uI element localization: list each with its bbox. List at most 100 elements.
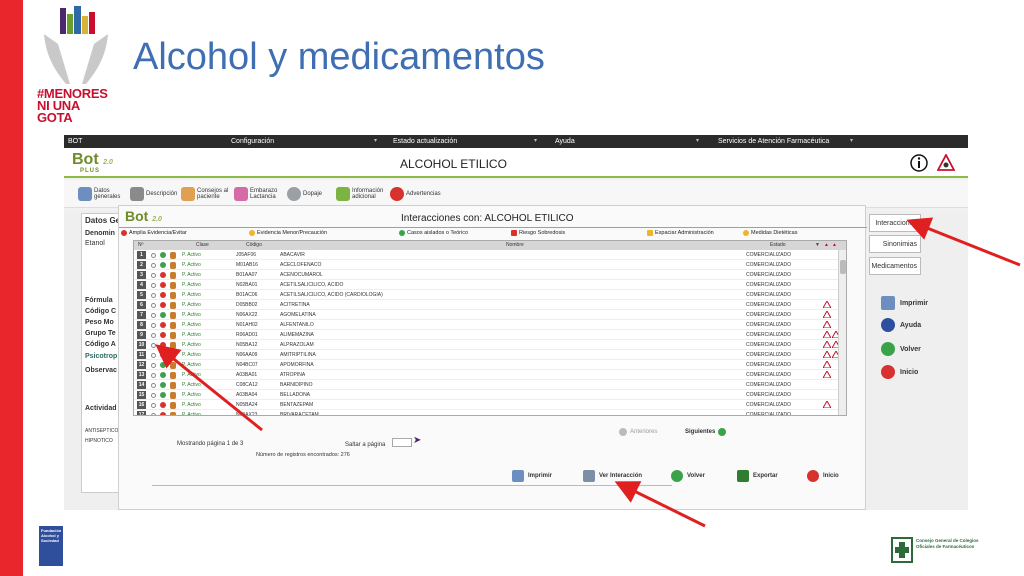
dialog-exportar[interactable]: Exportar	[737, 470, 778, 482]
menu-ayuda[interactable]: Ayuda	[555, 135, 575, 148]
campaign-line-3: GOTA	[37, 110, 73, 125]
warning-triangle-icon[interactable]	[937, 154, 955, 172]
action-label: Inicio	[900, 368, 919, 376]
toolbar-dopaje[interactable]: Dopaje	[287, 184, 322, 204]
row-codigo: J05AF06	[236, 252, 257, 258]
table-row[interactable]: 10 P. Activo N05BA12 ALPRAZOLAM COMERCIALIZA…	[134, 340, 846, 350]
table-row[interactable]: 5 P. Activo B01AC06 ACETILSALICILICO, ACIDO…	[134, 290, 846, 300]
prev-page[interactable]: Anteriores	[619, 428, 657, 436]
menu-servicios[interactable]: Servicios de Atención Farmacéutica	[718, 135, 829, 148]
table-row[interactable]: 7 P. Activo N06AX22 AGOMELATINA COMERCIALIZA…	[134, 310, 846, 320]
actividad-label: Actividad	[85, 405, 117, 412]
right-inicio[interactable]: Inicio	[881, 364, 918, 380]
table-scrollbar[interactable]	[838, 250, 846, 415]
info-icon[interactable]	[910, 154, 928, 172]
row-clase: P. Activo	[182, 382, 201, 388]
row-codigo: N06AA09	[236, 352, 258, 358]
right-volver[interactable]: Volver	[881, 341, 921, 357]
table-row[interactable]: 3 P. Activo B01AA07 ACENOCUMAROL COMERCIALIZ…	[134, 270, 846, 280]
toolbar-advertencias[interactable]: Advertencias	[390, 184, 441, 204]
severity-dot-icon	[160, 272, 166, 278]
row-select-radio[interactable]	[151, 323, 156, 328]
table-row[interactable]: 4 P. Activo N02BA01 ACETILSALICILICO, ACIDO…	[134, 280, 846, 290]
table-row[interactable]: 12 P. Activo N04BC07 APOMORFINA COMERCIALIZA…	[134, 360, 846, 370]
table-row[interactable]: 2 P. Activo M01AB16 ACECLOFENACO COMERCIALIZ…	[134, 260, 846, 270]
interacciones-button[interactable]: Interacciones	[869, 214, 921, 232]
row-select-radio[interactable]	[151, 293, 156, 298]
row-select-radio[interactable]	[151, 393, 156, 398]
table-row[interactable]: 11 P. Activo N06AA09 AMITRIPTILINA COMERCIAL…	[134, 350, 846, 360]
scroll-thumb[interactable]	[840, 260, 846, 274]
row-codigo: D05BB02	[236, 302, 258, 308]
right-imprimir[interactable]: Imprimir	[881, 295, 928, 311]
row-select-radio[interactable]	[151, 263, 156, 268]
table-row[interactable]: 15 P. Activo A03BA04 BELLADONA COMERCIALIZAD…	[134, 390, 846, 400]
row-select-radio[interactable]	[151, 403, 156, 408]
col-warning-icon: ▲	[824, 242, 829, 248]
dialog-ver-interaccion[interactable]: Ver Interacción	[583, 470, 642, 482]
next-icon	[718, 428, 727, 436]
severity-dot-icon	[160, 252, 166, 258]
right-ayuda[interactable]: Ayuda	[881, 317, 921, 333]
active-ingredient-icon	[170, 382, 176, 389]
row-select-radio[interactable]	[151, 303, 156, 308]
toolbar-descripcion[interactable]: Descripción	[130, 184, 177, 204]
table-row[interactable]: 9 P. Activo R06AD01 ALIMEMAZINA COMERCIALIZA…	[134, 330, 846, 340]
row-estado: COMERCIALIZADO	[746, 312, 792, 318]
dialog-imprimir[interactable]: Imprimir	[512, 470, 552, 482]
row-number: 3	[137, 271, 146, 279]
col-number: Nº	[138, 242, 144, 248]
table-row[interactable]: 6 P. Activo D05BB02 ACITRETINA COMERCIALIZAD…	[134, 300, 846, 310]
menu-arrow-4: ▾	[850, 138, 854, 144]
row-estado: COMERCIALIZADO	[746, 352, 792, 358]
row-select-radio[interactable]	[151, 343, 156, 348]
pregnancy-icon	[234, 187, 248, 201]
go-arrow-icon[interactable]: ➤	[413, 436, 421, 446]
row-number: 7	[137, 311, 146, 319]
row-select-radio[interactable]	[151, 253, 156, 258]
col-sort-icon[interactable]: ▼	[815, 241, 820, 250]
row-select-radio[interactable]	[151, 333, 156, 338]
table-row[interactable]: 13 P. Activo A03BA01 ATROPINA COMERCIALIZADO	[134, 370, 846, 380]
jump-page-input[interactable]	[392, 438, 412, 447]
toolbar-informacion[interactable]: Información adicional	[336, 184, 386, 204]
row-select-radio[interactable]	[151, 283, 156, 288]
print-icon	[881, 296, 895, 310]
table-row[interactable]: 1 P. Activo J05AF06 ABACAVIR COMERCIALIZADO	[134, 250, 846, 260]
medicamentos-button[interactable]: Medicamentos	[869, 257, 921, 275]
row-estado: COMERCIALIZADO	[746, 282, 792, 288]
field-observaciones: Observac	[85, 367, 117, 374]
row-select-radio[interactable]	[151, 373, 156, 378]
table-row[interactable]: 16 P. Activo N05BA24 BENTAZEPAM COMERCIALIZA…	[134, 400, 846, 410]
dialog-inicio[interactable]: Inicio	[807, 470, 839, 482]
row-select-radio[interactable]	[151, 313, 156, 318]
toolbar-embarazo[interactable]: Embarazo Lactancia	[234, 184, 284, 204]
next-page[interactable]: Siguientes	[685, 428, 727, 436]
row-select-radio[interactable]	[151, 273, 156, 278]
yellow-dot-icon	[249, 230, 255, 236]
table-row[interactable]: 8 P. Activo N01AH02 ALFENTANILO COMERCIALIZA…	[134, 320, 846, 330]
row-select-radio[interactable]	[151, 353, 156, 358]
home-icon	[807, 470, 819, 482]
back-icon	[671, 470, 683, 482]
severity-dot-icon	[160, 402, 166, 408]
sinonimias-button[interactable]: Sinonimias	[869, 235, 921, 253]
table-row[interactable]: 17 P. Activo N03AX23 BRIVARACETAM COMERCIALI…	[134, 410, 846, 415]
legend-label: Medidas Dietéticas	[751, 230, 798, 236]
jump-label: Saltar a página	[345, 442, 386, 448]
row-select-radio[interactable]	[151, 383, 156, 388]
menu-bar: BOT Configuración ▾ Estado actualización…	[64, 135, 968, 148]
menu-bot[interactable]: BOT	[68, 135, 82, 148]
menu-estado[interactable]: Estado actualización	[393, 135, 457, 148]
row-estado: COMERCIALIZADO	[746, 302, 792, 308]
menu-configuracion[interactable]: Configuración	[231, 135, 274, 148]
toolbar-datos-generales[interactable]: Datos generales	[78, 184, 124, 204]
toolbar-consejos[interactable]: Consejos al paciente	[181, 184, 231, 204]
table-row[interactable]: 14 P. Activo C08CA12 BARNIDIPINO COMERCIALIZ…	[134, 380, 846, 390]
row-codigo: N05BA12	[236, 342, 258, 348]
row-select-radio[interactable]	[151, 413, 156, 415]
field-codigo-a: Código A	[85, 341, 116, 348]
row-select-radio[interactable]	[151, 363, 156, 368]
dialog-volver[interactable]: Volver	[671, 470, 705, 482]
severity-dot-icon	[160, 392, 166, 398]
